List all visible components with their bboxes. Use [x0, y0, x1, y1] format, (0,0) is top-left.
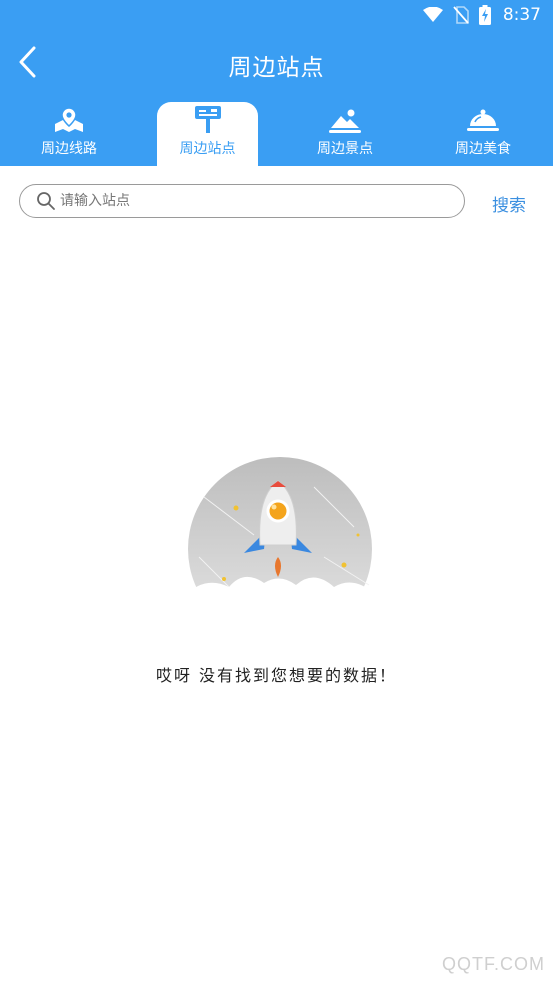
- food-dome-icon: [467, 102, 499, 134]
- rocket-illustration: [184, 457, 376, 641]
- tab-nearby-routes[interactable]: 周边线路: [0, 102, 138, 166]
- search-button[interactable]: 搜索: [492, 191, 526, 216]
- search-row: 搜索: [0, 166, 553, 236]
- no-sim-icon: [453, 6, 469, 24]
- tab-nearby-food[interactable]: 周边美食: [414, 102, 552, 166]
- status-time: 8:37: [502, 5, 541, 25]
- status-icons: 8:37: [422, 4, 541, 26]
- tab-label: 周边美食: [455, 141, 511, 157]
- map-pin-icon: [53, 102, 85, 134]
- empty-state-message: 哎呀 没有找到您想要的数据！: [155, 666, 398, 685]
- tab-label: 周边站点: [179, 141, 236, 157]
- tab-label: 周边景点: [317, 141, 373, 157]
- scenery-mountain-icon: [329, 102, 361, 134]
- battery-charging-icon: [478, 5, 491, 25]
- nav-bar: 周边站点: [0, 30, 553, 98]
- search-box[interactable]: [19, 184, 465, 218]
- search-icon: [36, 191, 56, 211]
- tab-bar: 周边线路 周边站点 周边景点 周边美食: [0, 98, 553, 166]
- wifi-icon: [422, 7, 443, 23]
- tab-label: 周边线路: [41, 141, 97, 157]
- tab-nearby-attractions[interactable]: 周边景点: [276, 102, 414, 166]
- tab-nearby-stops[interactable]: 周边站点: [157, 102, 258, 166]
- watermark: QQTF.COM: [442, 954, 545, 974]
- search-input[interactable]: [58, 192, 442, 210]
- status-bar: 8:37: [0, 0, 553, 30]
- bus-stop-sign-icon: [193, 102, 223, 134]
- page-title: 周边站点: [228, 55, 325, 81]
- app-header: 8:37 周边站点 周边线路 周边站点 周边景点 周边美食: [0, 0, 553, 166]
